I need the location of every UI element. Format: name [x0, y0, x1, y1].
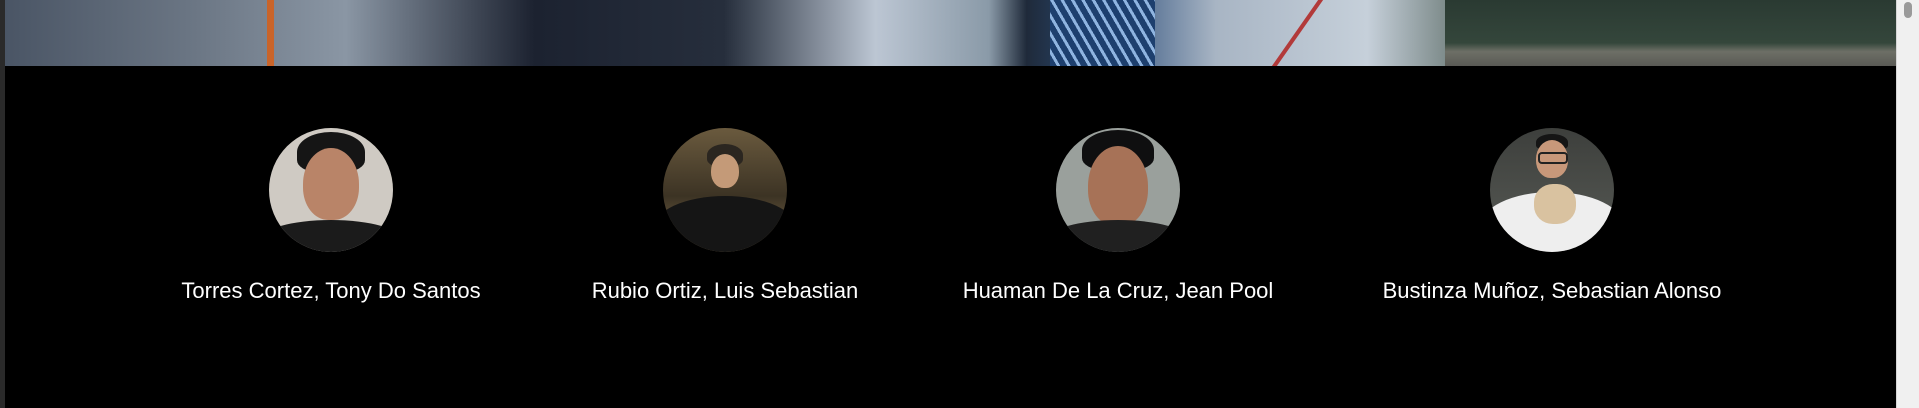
member-name: Torres Cortez, Tony Do Santos: [181, 278, 481, 303]
avatar-detail: [663, 196, 787, 252]
avatar-detail: [303, 148, 359, 220]
team-section: Torres Cortez, Tony Do Santos Rubio Orti…: [5, 66, 1897, 408]
member-name: Rubio Ortiz, Luis Sebastian: [591, 278, 859, 303]
member-name: Huaman De La Cruz, Jean Pool: [962, 278, 1274, 303]
avatar: [269, 128, 393, 252]
avatar: [663, 128, 787, 252]
avatar-detail: [1538, 152, 1568, 164]
team-member-card: Huaman De La Cruz, Jean Pool: [908, 128, 1328, 304]
hero-detail: [1445, 0, 1897, 66]
avatar-detail: [1534, 184, 1576, 224]
avatar-detail: [269, 220, 393, 252]
avatar-detail: [711, 154, 739, 188]
team-member-card: Bustinza Muñoz, Sebastian Alonso: [1342, 128, 1762, 304]
avatar-detail: [1088, 146, 1148, 226]
avatar-detail: [1056, 220, 1180, 252]
hero-detail: [267, 0, 274, 66]
avatar: [1056, 128, 1180, 252]
team-member-card: Torres Cortez, Tony Do Santos: [121, 128, 541, 304]
hero-detail: [1271, 0, 1324, 66]
member-name: Bustinza Muñoz, Sebastian Alonso: [1382, 278, 1722, 303]
vertical-scrollbar[interactable]: [1896, 0, 1919, 408]
hero-banner-image: [5, 0, 1897, 66]
avatar: [1490, 128, 1614, 252]
team-member-card: Rubio Ortiz, Luis Sebastian: [515, 128, 935, 304]
scrollbar-thumb[interactable]: [1904, 2, 1912, 18]
hero-detail: [1050, 0, 1155, 66]
